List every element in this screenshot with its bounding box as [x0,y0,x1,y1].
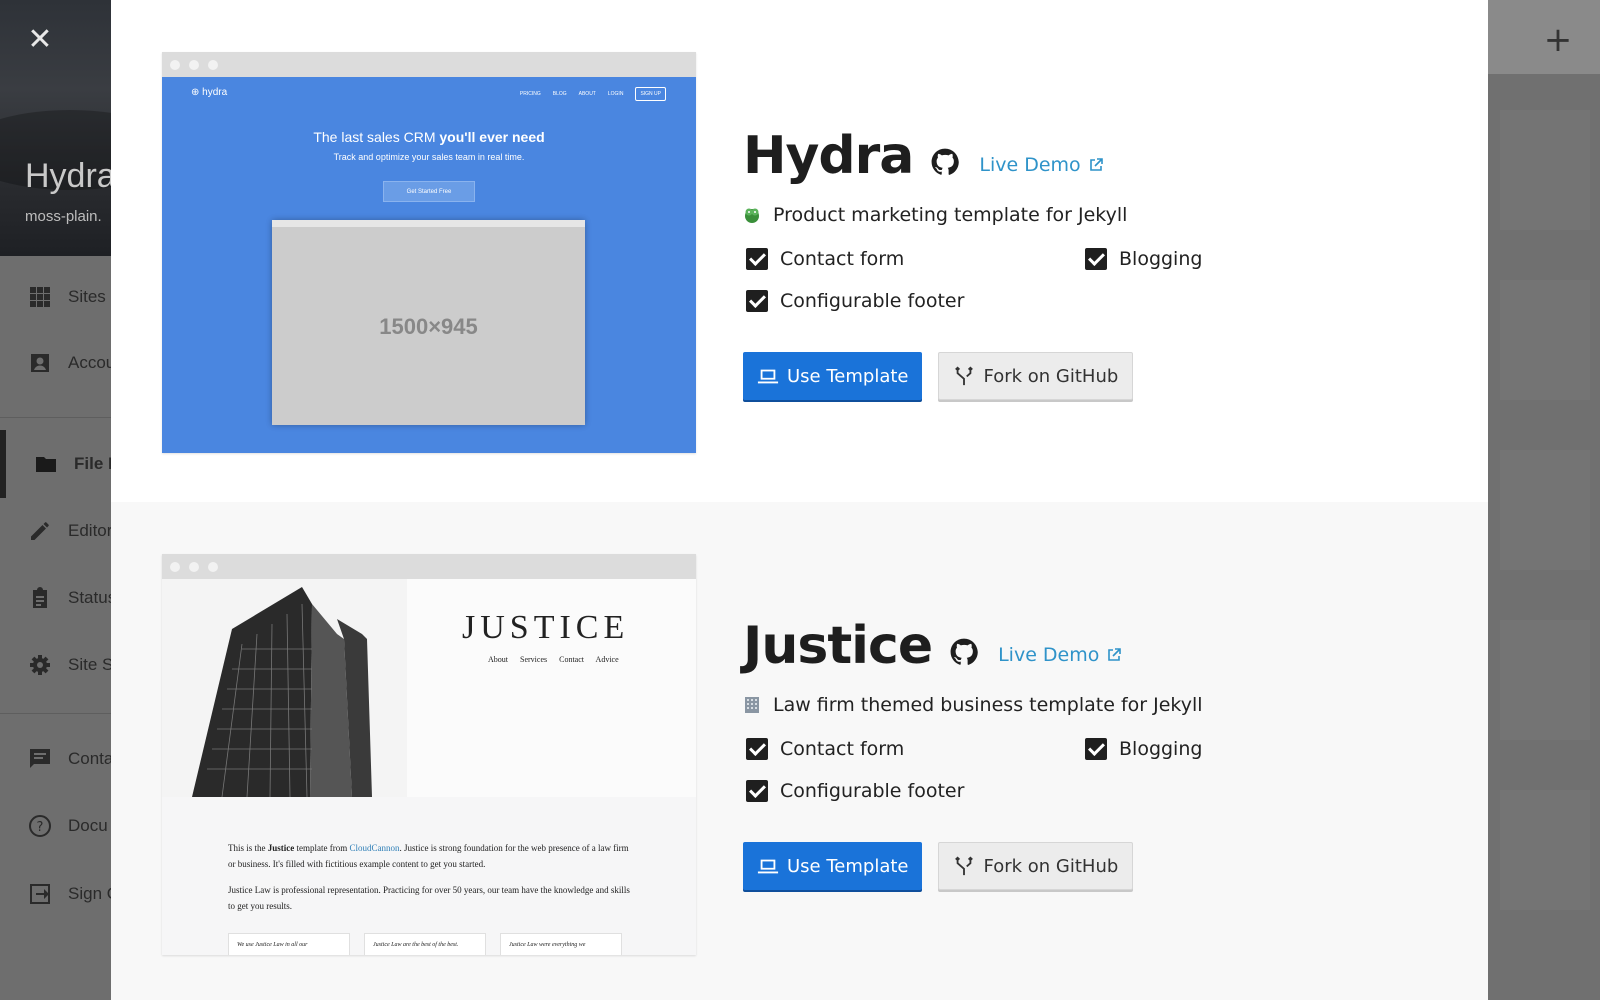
live-demo-link[interactable]: Live Demo [979,154,1103,176]
external-link-icon [1108,648,1122,661]
fork-on-github-button[interactable]: Fork on GitHub [938,352,1134,400]
feature-item: Blogging [1085,738,1202,760]
sidebar-item-site-settings[interactable]: Site S [0,643,112,687]
github-icon[interactable] [931,148,960,176]
building-photo [162,579,407,797]
browser-bar [162,52,696,77]
checkbox-icon [746,248,768,270]
preview-subline: Track and optimize your sales team in re… [333,152,525,162]
background-card [1500,790,1590,910]
checkbox-icon [746,290,768,312]
preview-logo: ⊕ hydra [191,87,228,98]
preview-placeholder: 1500×945 [272,220,585,425]
add-icon[interactable]: + [1540,22,1576,58]
sign-out-icon [30,884,50,904]
github-icon[interactable] [950,638,978,666]
grid-icon [30,287,50,307]
background-card [1500,280,1590,400]
feature-item: Contact form [746,248,904,270]
site-name: Hydra [25,157,112,195]
hydra-emoji-icon [745,208,759,223]
template-description: Product marketing template for Jekyll [773,204,1128,226]
sidebar-item-label: Docu [68,816,108,835]
checkbox-icon [1085,248,1107,270]
svg-text:?: ? [37,820,44,835]
template-card-justice: JUSTICE About Services Contact Advice Th… [111,502,1488,1000]
feature-list: Contact form Blogging Configurable foote… [743,248,1443,332]
feature-item: Configurable footer [746,780,964,802]
hydra-preview-screenshot: ⊕ hydra PRICING BLOG ABOUT LOGIN SIGN UP… [162,77,696,453]
sidebar-item-documentation[interactable]: ? Docu [0,804,112,848]
feature-item: Blogging [1085,248,1202,270]
template-info: Hydra Live Demo Product marketing templa… [743,126,1443,400]
preview-headline: The last sales CRM you'll ever need [313,129,545,145]
preview-paragraph: This is the Justice template from CloudC… [228,843,629,869]
sidebar-item-label: Accou [68,353,112,372]
live-demo-link[interactable]: Live Demo [998,644,1122,666]
sidebar-item-contact[interactable]: Conta [0,737,112,781]
sidebar-item-label: Editor [68,521,112,540]
checkbox-icon [746,780,768,802]
checkbox-icon [746,738,768,760]
laptop-icon [757,369,779,384]
external-link-icon [1089,158,1103,171]
justice-preview-screenshot: JUSTICE About Services Contact Advice Th… [162,579,696,955]
sidebar-item-sign-out[interactable]: Sign O [0,872,112,916]
divider [0,417,112,418]
feature-list: Contact form Blogging Configurable foote… [743,738,1443,822]
sidebar-item-account[interactable]: Accou [0,341,112,385]
sidebar: ✕ Hydra moss-plain. Sites Accou File E E… [0,0,112,1000]
folder-icon [36,457,56,472]
fork-on-github-button[interactable]: Fork on GitHub [938,842,1134,890]
site-url: moss-plain. [25,208,102,225]
template-preview[interactable]: JUSTICE About Services Contact Advice Th… [162,554,696,955]
preview-quote: Justice Law were everything we [500,933,622,955]
template-picker-modal: ⊕ hydra PRICING BLOG ABOUT LOGIN SIGN UP… [111,0,1488,1000]
feature-item: Configurable footer [746,290,964,312]
building-emoji-icon [745,697,759,713]
help-icon: ? [29,815,51,837]
preview-nav: PRICING BLOG ABOUT LOGIN SIGN UP [520,87,666,101]
fork-icon [955,366,974,386]
use-template-button[interactable]: Use Template [743,352,923,400]
sidebar-item-label: Sign O [68,884,112,903]
sidebar-item-editors[interactable]: Editor [0,509,112,553]
preview-cta: Get Started Free [383,181,475,202]
account-icon [31,354,49,372]
gear-icon [30,655,50,675]
template-description: Law firm themed business template for Je… [773,694,1203,716]
laptop-icon [757,859,779,874]
preview-nav: About Services Contact Advice [488,655,619,664]
sidebar-item-sites[interactable]: Sites [0,275,112,319]
preview-quote: Justice Law are the best of the best. [364,933,486,955]
clipboard-icon [33,587,47,608]
browser-bar [162,554,696,579]
template-info: Justice Live Demo Law firm themed busine… [743,616,1443,890]
sidebar-item-label: File E [74,454,112,473]
divider [0,713,112,714]
sidebar-item-label: Site S [68,655,112,674]
use-template-button[interactable]: Use Template [743,842,923,890]
chat-icon [30,749,50,768]
background-card [1500,110,1590,230]
pencil-icon [31,522,49,540]
preview-quote: We use Justice Law in all our [228,933,350,955]
fork-icon [955,856,974,876]
preview-paragraph: Justice Law is professional representati… [228,885,630,911]
sidebar-item-file-editor[interactable]: File E [0,430,112,498]
sidebar-item-label: Conta [68,749,112,768]
background-card [1500,450,1590,570]
sidebar-item-label: Status [68,588,112,607]
close-icon[interactable]: ✕ [26,25,54,55]
sidebar-item-label: Sites [68,287,106,306]
preview-title: JUSTICE [462,609,630,646]
template-preview[interactable]: ⊕ hydra PRICING BLOG ABOUT LOGIN SIGN UP… [162,52,696,453]
template-card-hydra: ⊕ hydra PRICING BLOG ABOUT LOGIN SIGN UP… [111,0,1488,502]
sidebar-item-status[interactable]: Status [0,576,112,620]
template-title: Hydra [743,126,914,186]
background-card [1500,620,1590,740]
template-title: Justice [743,616,933,676]
checkbox-icon [1085,738,1107,760]
feature-item: Contact form [746,738,904,760]
